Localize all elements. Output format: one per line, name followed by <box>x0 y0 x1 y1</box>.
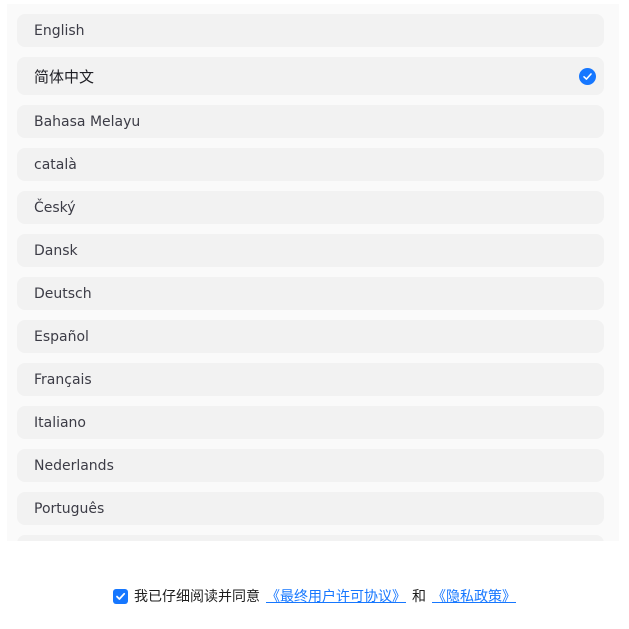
language-label: Português <box>34 500 105 517</box>
language-label: Español <box>34 328 89 345</box>
language-list-panel[interactable]: English 简体中文 Bahasa Melayu català Český … <box>7 4 619 541</box>
agreement-bar: 我已仔细阅读并同意 《最终用户许可协议》 和 《隐私政策》 <box>0 583 629 609</box>
language-option-italiano[interactable]: Italiano <box>17 406 604 439</box>
language-option-deutsch[interactable]: Deutsch <box>17 277 604 310</box>
language-option-nederlands[interactable]: Nederlands <box>17 449 604 482</box>
language-label: Français <box>34 371 92 388</box>
language-option-espanol[interactable]: Español <box>17 320 604 353</box>
language-label: 简体中文 <box>34 67 95 86</box>
language-option-catala[interactable]: català <box>17 148 604 181</box>
eula-link[interactable]: 《最终用户许可协议》 <box>266 586 406 606</box>
language-option-partial[interactable] <box>17 535 604 541</box>
language-option-cesky[interactable]: Český <box>17 191 604 224</box>
language-label: Český <box>34 199 76 216</box>
language-option-simplified-chinese[interactable]: 简体中文 <box>17 57 604 95</box>
language-label: English <box>34 22 85 39</box>
language-label: Nederlands <box>34 457 114 474</box>
language-label: Italiano <box>34 414 86 431</box>
language-option-portugues[interactable]: Português <box>17 492 604 525</box>
language-label: català <box>34 156 77 173</box>
check-circle-icon <box>579 67 596 85</box>
agreement-checkbox[interactable] <box>113 588 128 604</box>
agreement-text: 我已仔细阅读并同意 <box>134 589 260 605</box>
language-label: Deutsch <box>34 285 92 302</box>
language-option-dansk[interactable]: Dansk <box>17 234 604 267</box>
language-list: English 简体中文 Bahasa Melayu català Český … <box>17 14 604 541</box>
language-label: Bahasa Melayu <box>34 113 141 130</box>
agreement-and-text: 和 <box>412 589 426 605</box>
privacy-policy-link[interactable]: 《隐私政策》 <box>432 586 516 606</box>
language-option-francais[interactable]: Français <box>17 363 604 396</box>
checkbox-checked-icon <box>116 592 126 600</box>
language-option-bahasa-melayu[interactable]: Bahasa Melayu <box>17 105 604 138</box>
language-option-english[interactable]: English <box>17 14 604 47</box>
language-label: Dansk <box>34 242 78 259</box>
